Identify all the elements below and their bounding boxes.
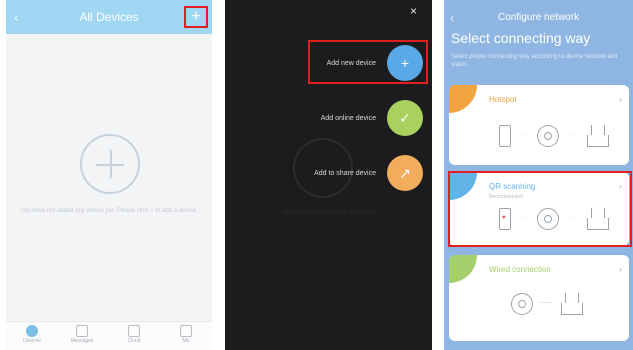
cable-icon: —— [539, 300, 551, 306]
user-icon [180, 325, 192, 337]
highlight-box [448, 171, 632, 247]
camera-icon [511, 293, 533, 315]
add-online-device-label[interactable]: Add online device [321, 115, 376, 122]
tab-label: Devices [23, 338, 41, 344]
add-online-device-button[interactable]: ✓ [387, 100, 423, 136]
add-share-device-label[interactable]: Add to share device [314, 170, 376, 177]
cloud-icon [128, 325, 140, 337]
router-icon [587, 125, 609, 147]
dimmed-empty-text: You have not added any device yet. [281, 210, 377, 216]
tab-me[interactable]: Me [168, 325, 204, 344]
wired-icon [449, 255, 477, 283]
close-icon[interactable]: × [410, 4, 417, 18]
method-name: Hotspot [489, 95, 517, 104]
add-new-device-button[interactable]: + [387, 45, 423, 81]
hotspot-icon [449, 85, 477, 113]
connector-icon: ··· [519, 132, 525, 138]
add-device-plus-icon[interactable] [80, 134, 140, 194]
configure-network-screen: ‹ Configure network Select connecting wa… [444, 0, 633, 350]
method-card-wired-connection[interactable]: Wired connection › —— [449, 255, 629, 341]
chevron-right-icon: › [619, 264, 622, 274]
camera-icon [537, 125, 559, 147]
add-device-button[interactable]: + [184, 6, 208, 28]
background-plus-icon [293, 138, 353, 198]
connector-icon: ··· [567, 132, 573, 138]
tab-devices[interactable]: Devices [14, 325, 50, 344]
tab-label: Me [182, 338, 190, 344]
chevron-right-icon: › [619, 94, 622, 104]
section-heading: Select connecting way [451, 30, 591, 46]
tab-messages[interactable]: Messages [64, 325, 100, 344]
page-title: All Devices [79, 10, 139, 24]
messages-icon [76, 325, 88, 337]
devices-icon [26, 325, 38, 337]
bottom-tab-bar: Devices Messages Cloud Me [6, 321, 212, 350]
method-card-hotspot[interactable]: Hotspot › ··· ··· [449, 85, 629, 165]
tab-cloud[interactable]: Cloud [116, 325, 152, 344]
add-share-device-button[interactable]: ↗ [387, 155, 423, 191]
method-name: Wired connection [489, 265, 551, 274]
router-icon [561, 293, 583, 315]
tab-label: Cloud [127, 338, 141, 344]
add-new-device-label[interactable]: Add new device [327, 60, 376, 67]
top-bar: ‹ All Devices + [6, 0, 212, 34]
tab-label: Messages [70, 338, 94, 344]
add-menu-overlay: × You have not added any device yet. Add… [225, 0, 432, 350]
phone-icon [499, 125, 511, 147]
page-title: Configure network [497, 12, 580, 23]
section-subtext: Select proper connecting way according t… [451, 54, 618, 68]
empty-state-text: You have not added any device yet. Pleas… [20, 208, 198, 214]
all-devices-screen: ‹ All Devices + You have not added any d… [6, 0, 212, 350]
